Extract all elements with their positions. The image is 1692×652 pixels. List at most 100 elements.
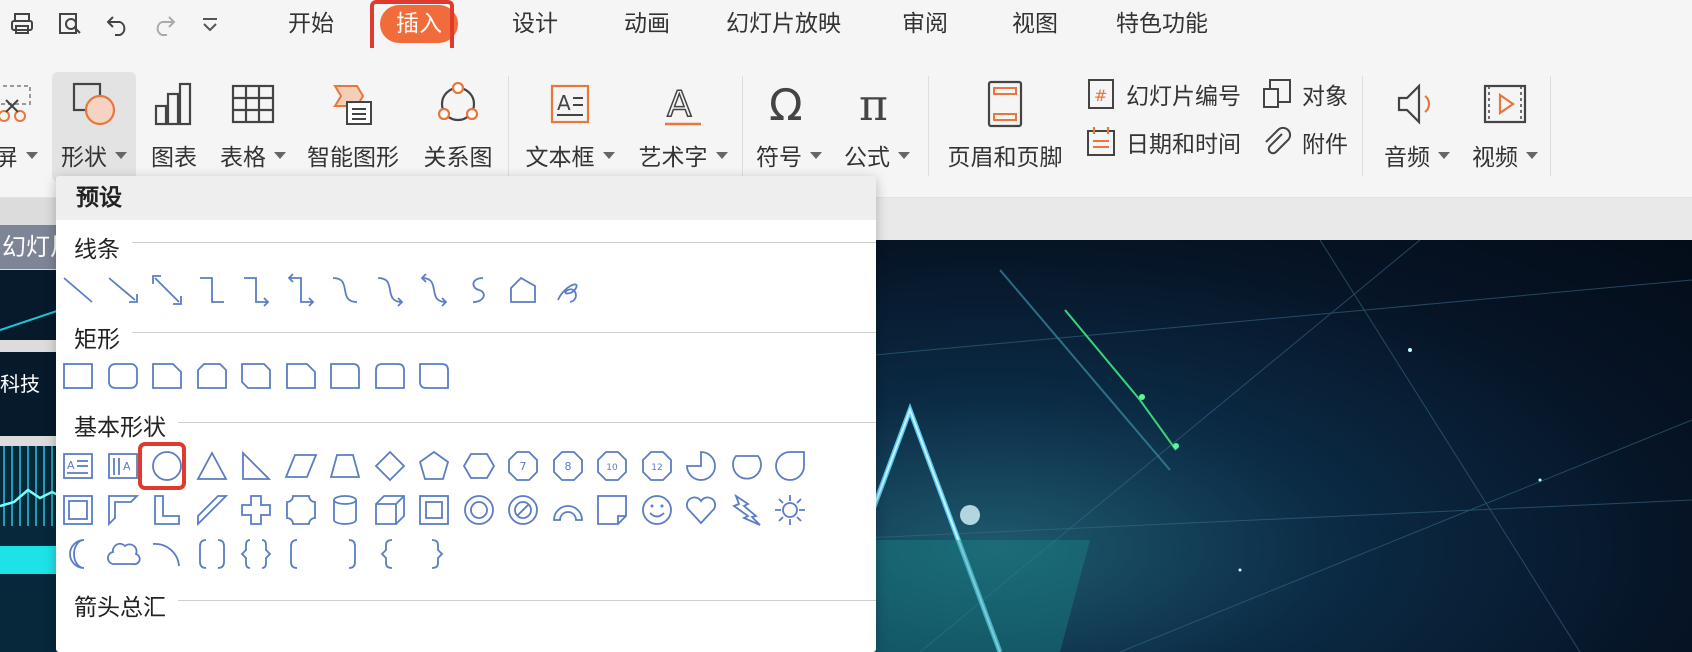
chevron-down-icon[interactable]	[1526, 151, 1538, 159]
right-triangle-shape[interactable]	[236, 446, 276, 486]
tab-slideshow[interactable]: 幻灯片放映	[710, 4, 857, 44]
trapezoid-shape[interactable]	[325, 446, 365, 486]
pentagon-shape[interactable]	[414, 446, 454, 486]
right-bracket-shape[interactable]	[325, 534, 365, 574]
relation-diagram-button[interactable]: 关系图	[420, 72, 496, 182]
print-icon[interactable]	[8, 10, 36, 38]
tab-special-features[interactable]: 特色功能	[1100, 4, 1224, 44]
elbow-arrow-connector-shape[interactable]	[236, 270, 276, 310]
curved-connector-shape[interactable]	[325, 270, 365, 310]
left-bracket-shape[interactable]	[281, 534, 321, 574]
screenshot-button[interactable]: 屏	[0, 72, 42, 182]
textbox-button[interactable]: A 文本框	[522, 72, 618, 182]
audio-button[interactable]: 音频	[1376, 72, 1458, 182]
wordart-button[interactable]: A 艺术字	[636, 72, 730, 182]
smiley-face-shape[interactable]	[637, 490, 677, 530]
slide-number-button[interactable]: # 幻灯片编号	[1084, 72, 1241, 116]
right-brace-shape[interactable]	[414, 534, 454, 574]
symbol-button[interactable]: Ω 符号	[754, 72, 824, 182]
pie-shape[interactable]	[681, 446, 721, 486]
customize-toolbar-icon[interactable]	[196, 10, 224, 38]
undo-icon[interactable]	[104, 10, 132, 38]
rounded-rectangle-shape[interactable]	[103, 356, 143, 396]
heart-shape[interactable]	[681, 490, 721, 530]
curved-double-arrow-connector-shape[interactable]	[414, 270, 454, 310]
datetime-button[interactable]: 日期和时间	[1084, 120, 1241, 164]
frame-shape[interactable]	[58, 490, 98, 530]
tab-view[interactable]: 视图	[996, 4, 1074, 44]
diamond-shape[interactable]	[370, 446, 410, 486]
redo-icon[interactable]	[150, 10, 178, 38]
table-button[interactable]: 表格	[218, 72, 288, 182]
line-shape[interactable]	[58, 270, 98, 310]
double-bracket-shape[interactable]	[192, 534, 232, 574]
double-brace-shape[interactable]	[236, 534, 276, 574]
decagon-shape[interactable]: 10	[592, 446, 632, 486]
folded-corner-shape[interactable]	[592, 490, 632, 530]
cube-shape[interactable]	[370, 490, 410, 530]
chevron-down-icon[interactable]	[810, 151, 822, 159]
chevron-down-icon[interactable]	[898, 151, 910, 159]
snip-round-rectangle-shape[interactable]	[281, 356, 321, 396]
elbow-double-arrow-connector-shape[interactable]	[281, 270, 321, 310]
chevron-down-icon[interactable]	[115, 151, 127, 159]
chart-button[interactable]: 图表	[146, 72, 202, 182]
snip-diagonal-rectangle-shape[interactable]	[236, 356, 276, 396]
no-symbol-shape[interactable]	[503, 490, 543, 530]
slide-thumbnail[interactable]	[0, 270, 60, 340]
left-brace-shape[interactable]	[370, 534, 410, 574]
sun-shape[interactable]	[770, 490, 810, 530]
video-button[interactable]: 视频	[1464, 72, 1546, 182]
parallelogram-shape[interactable]	[281, 446, 321, 486]
triangle-shape[interactable]	[192, 446, 232, 486]
tab-animation[interactable]: 动画	[608, 4, 686, 44]
header-footer-button[interactable]: 页眉和页脚	[946, 72, 1064, 182]
slide-canvas[interactable]	[820, 240, 1692, 652]
elbow-connector-shape[interactable]	[192, 270, 232, 310]
plaque-shape[interactable]	[281, 490, 321, 530]
freeform-shape[interactable]	[503, 270, 543, 310]
slides-tab[interactable]: 幻灯片	[0, 225, 60, 269]
hexagon-shape[interactable]	[459, 446, 499, 486]
teardrop-shape[interactable]	[770, 446, 810, 486]
arrow-line-shape[interactable]	[103, 270, 143, 310]
curve-shape[interactable]	[459, 270, 499, 310]
shape-button[interactable]: 形状	[52, 72, 136, 182]
chevron-down-icon[interactable]	[602, 151, 615, 159]
chevron-down-icon[interactable]	[1438, 151, 1450, 159]
print-preview-icon[interactable]	[56, 10, 84, 38]
rectangle-shape[interactable]	[58, 356, 98, 396]
octagon-shape[interactable]: 8	[548, 446, 588, 486]
round-diagonal-rectangle-shape[interactable]	[414, 356, 454, 396]
tab-insert[interactable]: 插入	[380, 5, 458, 43]
half-frame-shape[interactable]	[103, 490, 143, 530]
donut-shape[interactable]	[459, 490, 499, 530]
double-arrow-line-shape[interactable]	[147, 270, 187, 310]
bevel-shape[interactable]	[414, 490, 454, 530]
moon-shape[interactable]	[58, 534, 98, 574]
attachment-button[interactable]: 附件	[1260, 120, 1348, 164]
round-single-corner-rectangle-shape[interactable]	[325, 356, 365, 396]
curved-arrow-connector-shape[interactable]	[370, 270, 410, 310]
oval-shape[interactable]	[147, 446, 187, 486]
cross-shape[interactable]	[236, 490, 276, 530]
round-same-side-rectangle-shape[interactable]	[370, 356, 410, 396]
chord-shape[interactable]	[726, 446, 766, 486]
tab-home[interactable]: 开始	[272, 4, 350, 44]
scribble-shape[interactable]	[548, 270, 588, 310]
heptagon-shape[interactable]: 7	[503, 446, 543, 486]
smartart-button[interactable]: 智能图形	[306, 72, 400, 182]
snip-same-side-rectangle-shape[interactable]	[192, 356, 232, 396]
slide-thumbnail[interactable]: 科技	[0, 352, 60, 436]
snip-single-corner-rectangle-shape[interactable]	[147, 356, 187, 396]
tab-review[interactable]: 审阅	[886, 4, 964, 44]
cloud-shape[interactable]	[103, 534, 143, 574]
dodecagon-shape[interactable]: 12	[637, 446, 677, 486]
tab-design[interactable]: 设计	[496, 4, 574, 44]
object-button[interactable]: 对象	[1260, 72, 1348, 116]
diagonal-stripe-shape[interactable]	[192, 490, 232, 530]
arc-shape[interactable]	[147, 534, 187, 574]
block-arc-shape[interactable]	[548, 490, 588, 530]
can-shape[interactable]	[325, 490, 365, 530]
textbox-shape[interactable]: A	[58, 446, 98, 486]
